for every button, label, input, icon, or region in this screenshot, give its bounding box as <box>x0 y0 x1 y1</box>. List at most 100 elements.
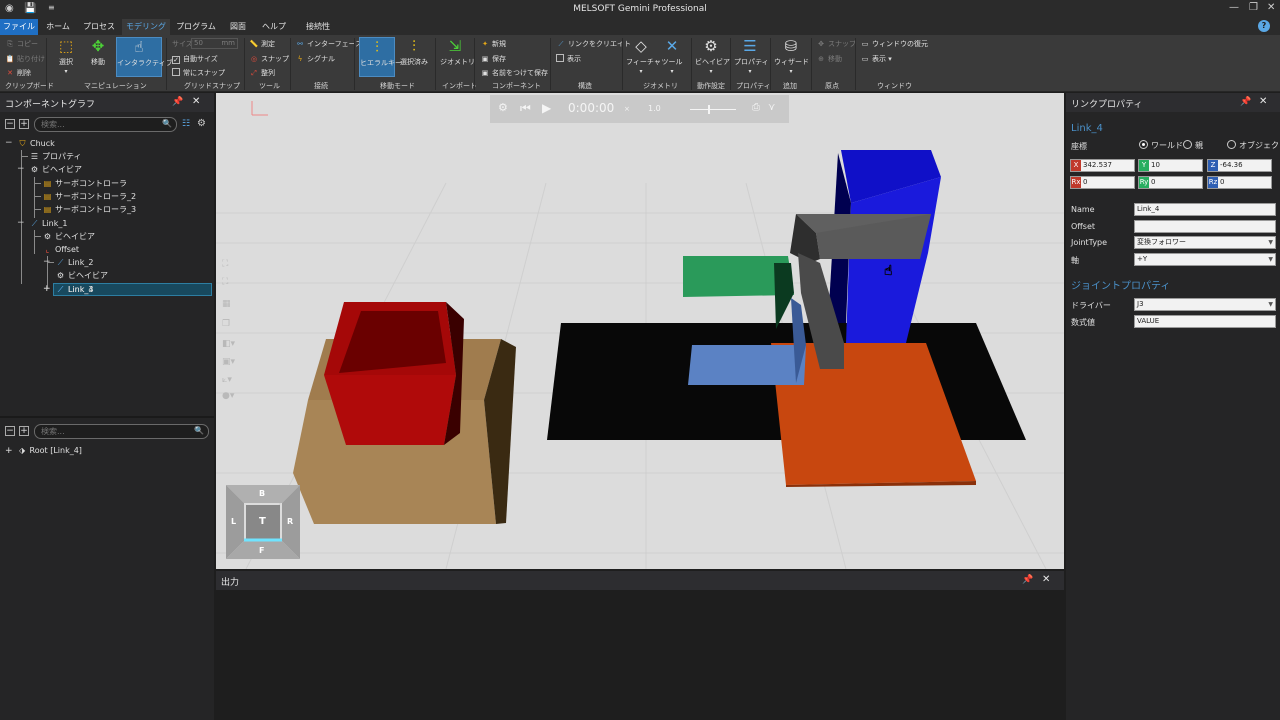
restore-icon[interactable]: ❐ <box>1249 2 1258 13</box>
shading-icon[interactable]: ●▾ <box>222 391 234 401</box>
copy-button[interactable]: ⎘ コピー <box>5 39 38 49</box>
navcube-front[interactable]: F <box>259 546 264 555</box>
wizard-button[interactable]: ⛁ ウィザード ▾ <box>774 37 809 75</box>
zoom-fit-icon[interactable]: ⛶ <box>222 259 228 269</box>
close-panel-icon[interactable]: ✕ <box>1042 574 1050 585</box>
window-show-button[interactable]: ▭ 表示 ▾ <box>860 54 892 64</box>
pin-icon[interactable]: 📌 <box>1022 575 1033 585</box>
auto-size-checkbox[interactable]: ✓ 自動サイズ <box>172 54 218 64</box>
playback-settings-icon[interactable]: ⚙ <box>498 101 508 114</box>
tab-connectivity[interactable]: 接続性 <box>296 19 340 35</box>
collapse-icon[interactable]: − <box>5 137 13 150</box>
navcube-right[interactable]: R <box>287 517 293 526</box>
delete-button[interactable]: ✕ 削除 <box>5 68 31 78</box>
tree-item-link-2[interactable]: − ⟋ Link_2 <box>43 256 93 269</box>
origin-snap-button[interactable]: ✥ スナップ <box>816 39 856 49</box>
filter-icon[interactable]: ⋎ <box>768 102 775 113</box>
navigation-cube[interactable]: B L T R F <box>226 485 300 559</box>
expand-all-icon[interactable]: + <box>19 426 29 436</box>
hierarchy-search-input[interactable] <box>41 426 161 437</box>
collapse-icon[interactable]: − <box>17 217 25 230</box>
tab-modeling[interactable]: モデリング <box>122 19 170 35</box>
feature-button[interactable]: ◇ フィーチャ ▾ <box>626 37 661 75</box>
collapse-all-icon[interactable]: − <box>5 426 15 436</box>
tree-item-chuck[interactable]: − ⛉ Chuck <box>5 137 55 150</box>
joint-type-select[interactable]: 変換フォロワー ▼ <box>1134 236 1276 249</box>
navcube-back[interactable]: B <box>259 489 265 498</box>
tree-item-link-1-behavior[interactable]: ⚙ ビヘイビア <box>42 230 95 243</box>
help-icon[interactable]: ? <box>1258 20 1270 32</box>
position-z-field[interactable]: Z -64.36 <box>1207 159 1272 172</box>
tab-home[interactable]: ホーム <box>40 19 76 35</box>
paste-button[interactable]: 📋 貼り付け <box>5 54 45 64</box>
navcube-top[interactable]: T <box>259 516 266 527</box>
interactive-button[interactable]: ☝ インタラクティブ <box>116 37 173 77</box>
zoom-selection-icon[interactable]: ⛶ <box>222 277 228 287</box>
create-link-button[interactable]: ⟋ リンクをクリエイト <box>556 39 631 49</box>
select-button[interactable]: ⬚ 選択 ▾ <box>52 37 80 75</box>
collapse-all-icon[interactable]: − <box>5 119 15 129</box>
grid-size-input[interactable]: 50 mm <box>191 38 238 49</box>
navcube-left[interactable]: L <box>231 517 236 526</box>
coord-parent-radio[interactable]: 親 <box>1183 140 1203 151</box>
settings-gear-icon[interactable]: ⚙ <box>197 118 206 129</box>
rewind-icon[interactable]: ⏮ <box>520 101 531 116</box>
selected-mode-button[interactable]: ⫶ 選択済み <box>399 37 429 67</box>
grid-icon[interactable]: ▦ <box>222 299 231 309</box>
close-panel-icon[interactable]: ✕ <box>192 96 200 107</box>
position-y-field[interactable]: Y 10 <box>1138 159 1203 172</box>
pin-icon[interactable]: 📌 <box>1240 97 1251 107</box>
output-log[interactable] <box>216 590 1064 720</box>
close-panel-icon[interactable]: ✕ <box>1259 96 1267 107</box>
scene-canvas[interactable]: ☝ <box>216 93 1064 569</box>
close-window-icon[interactable]: ✕ <box>1267 2 1275 13</box>
behavior-button[interactable]: ⚙ ビヘイビア ▾ <box>695 37 730 75</box>
tree-item-behavior[interactable]: − ⚙ ビヘイビア <box>17 163 82 176</box>
formula-value-field[interactable]: VALUE <box>1134 315 1276 328</box>
geometry-tool-button[interactable]: ✕ ツール ▾ <box>658 37 686 75</box>
speed-slider[interactable] <box>690 109 736 110</box>
expand-all-icon[interactable]: + <box>19 119 29 129</box>
light-blue-block-model[interactable] <box>688 345 806 385</box>
3d-viewport[interactable]: ☝ ⚙ ⏮ ▶ 0:00:00 × 1.0 ⎙ ⋎ ⛶ ⛶ ▦ ❐ ◧▾ ▣▾ … <box>216 93 1064 569</box>
collapse-icon[interactable]: − <box>17 163 25 176</box>
expand-icon[interactable]: + <box>5 446 13 456</box>
restore-window-button[interactable]: ▭ ウィンドウの復元 <box>860 39 928 49</box>
snap-button[interactable]: ◎ スナップ <box>249 54 289 64</box>
tree-item-link-2-behavior[interactable]: ⚙ ビヘイビア <box>55 269 108 282</box>
tab-process[interactable]: プロセス <box>78 19 120 35</box>
tree-item-servo-controller-2[interactable]: ▤ サーボコントローラ_2 <box>42 190 136 203</box>
geometry-import-button[interactable]: ⇲ ジオメトリ <box>440 37 475 67</box>
layers-icon[interactable]: ❐ <box>222 319 230 329</box>
origin-move-button[interactable]: ⊕ 移動 <box>816 54 842 64</box>
align-button[interactable]: ⤢ 整列 <box>249 68 275 78</box>
always-snap-checkbox[interactable]: 常にスナップ <box>172 68 225 78</box>
name-field[interactable]: Link_4 <box>1134 203 1276 216</box>
render-mode-icon[interactable]: ◧▾ <box>222 339 235 349</box>
tree-item-offset[interactable]: ⌞ Offset <box>42 243 79 256</box>
rotation-x-field[interactable]: Rx 0 <box>1070 176 1135 189</box>
offset-field[interactable] <box>1134 220 1276 233</box>
structure-show-checkbox[interactable]: 表示 <box>556 54 581 64</box>
export-icon[interactable]: ⎙ <box>752 102 760 113</box>
rotation-y-field[interactable]: Ry 0 <box>1138 176 1203 189</box>
position-x-field[interactable]: X 342.537 <box>1070 159 1135 172</box>
measure-button[interactable]: 📏 測定 <box>249 39 275 49</box>
minimize-icon[interactable]: — <box>1229 2 1239 13</box>
filter-icon[interactable]: ☷ <box>182 119 190 129</box>
view-mode-icon[interactable]: ▣▾ <box>222 357 235 367</box>
interface-button[interactable]: ⚯ インターフェース <box>295 39 362 49</box>
new-component-button[interactable]: ✦ 新規 <box>480 39 506 49</box>
collapse-icon[interactable]: − <box>43 256 51 269</box>
property-button[interactable]: ☰ プロパティ ▾ <box>734 37 769 75</box>
tree-item-root[interactable]: + ⬗ Root [Link_4] <box>5 444 82 457</box>
component-search-input[interactable] <box>41 119 161 130</box>
signal-button[interactable]: ϟ シグナル <box>295 54 335 64</box>
pin-icon[interactable]: 📌 <box>172 97 183 107</box>
coord-world-radio[interactable]: ワールド <box>1139 140 1183 151</box>
tab-drawing[interactable]: 図面 <box>222 19 254 35</box>
axis-select[interactable]: +Y ▼ <box>1134 253 1276 266</box>
driver-select[interactable]: J3 ▼ <box>1134 298 1276 311</box>
rotation-z-field[interactable]: Rz 0 <box>1207 176 1272 189</box>
hierarchy-mode-button[interactable]: ⫶ ヒエラルキー <box>359 37 402 77</box>
